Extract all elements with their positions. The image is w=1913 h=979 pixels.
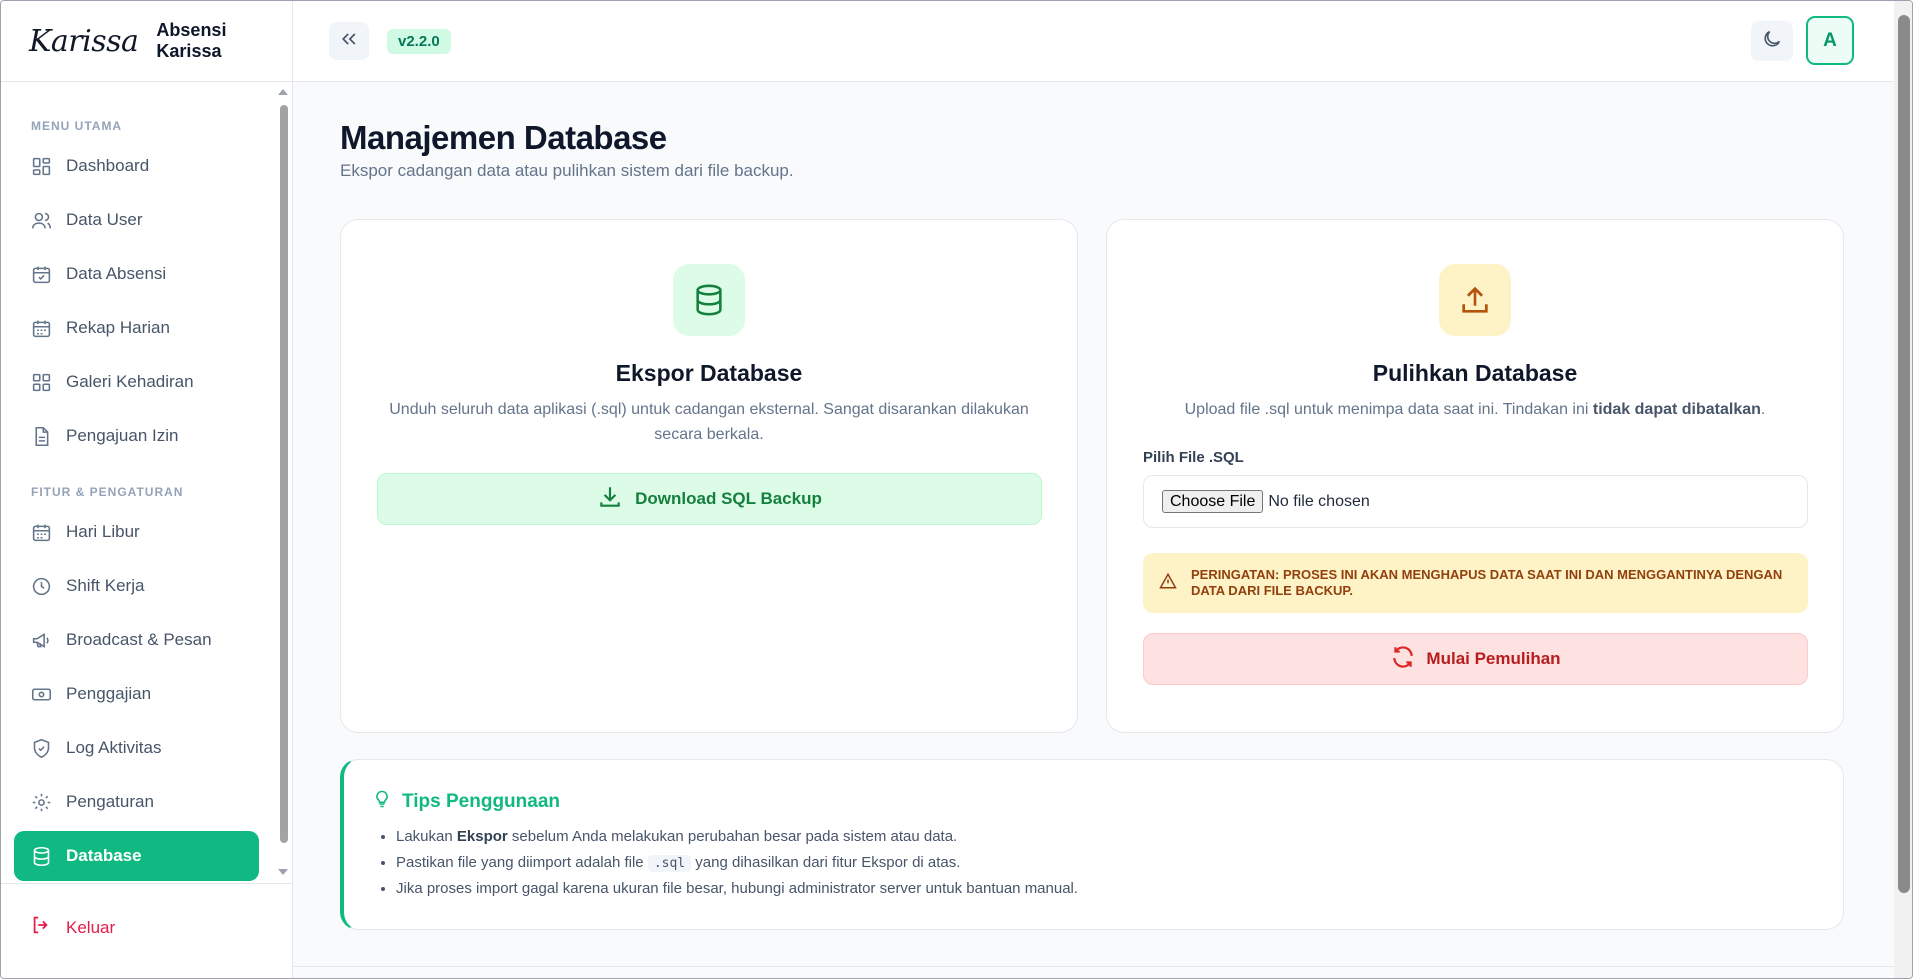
dashboard-icon — [30, 155, 52, 177]
banknote-icon — [30, 683, 52, 705]
footer-divider — [293, 966, 1894, 967]
sidebar-item-shift-kerja[interactable]: Shift Kerja — [14, 561, 259, 611]
tip-item: Jika proses import gagal karena ukuran f… — [396, 876, 1078, 902]
export-description: Unduh seluruh data aplikasi (.sql) untuk… — [389, 401, 1029, 443]
sidebar-item-label: Penggajian — [66, 684, 152, 703]
sidebar-item-label: Log Aktivitas — [66, 738, 162, 757]
restore-button-label: Mulai Pemulihan — [1426, 649, 1561, 668]
sidebar-item-label: Rekap Harian — [66, 318, 170, 337]
logout-button[interactable]: Keluar — [30, 914, 115, 941]
megaphone-icon — [30, 629, 52, 651]
start-restore-button[interactable]: Mulai Pemulihan — [1143, 633, 1808, 685]
sidebar-item-label: Pengajuan Izin — [66, 426, 179, 445]
sidebar-menu: MENU UTAMA Dashboard Data User Data Abse… — [1, 83, 273, 883]
sidebar-item-label: Dashboard — [66, 156, 150, 175]
sidebar-item-penggajian[interactable]: Penggajian — [14, 669, 259, 719]
sidebar-scrollbar[interactable] — [280, 105, 288, 843]
file-field-label: Pilih File .SQL — [1143, 449, 1244, 466]
sidebar-item-pengaturan[interactable]: Pengaturan — [14, 777, 259, 827]
logout-icon — [30, 914, 66, 941]
users-icon — [30, 209, 52, 231]
warning-icon — [1159, 572, 1191, 594]
choose-file-button[interactable]: Choose File — [1162, 490, 1264, 513]
sidebar-item-data-user[interactable]: Data User — [14, 195, 259, 245]
sidebar: Karissa Absensi Karissa MENU UTAMA Dashb… — [1, 1, 293, 978]
lightbulb-icon — [372, 788, 402, 816]
brand-name: Absensi Karissa — [156, 20, 227, 61]
tips-header: Tips Penggunaan — [372, 788, 560, 816]
sql-file-input[interactable]: Choose File No file chosen — [1143, 475, 1808, 528]
sidebar-item-label: Data User — [66, 210, 143, 229]
export-title: Ekspor Database — [615, 360, 803, 386]
download-icon — [597, 484, 635, 515]
sidebar-item-rekap-harian[interactable]: Rekap Harian — [14, 303, 259, 353]
download-sql-backup-button[interactable]: Download SQL Backup — [377, 473, 1042, 525]
sidebar-item-database[interactable]: Database — [14, 831, 259, 881]
refresh-icon — [1390, 644, 1426, 675]
logout-label: Keluar — [66, 917, 116, 937]
tips-list: Lakukan Ekspor sebelum Anda melakukan pe… — [396, 824, 1078, 902]
sidebar-scroll-down[interactable] — [278, 869, 288, 875]
section-label-features: FITUR & PENGATURAN — [31, 485, 184, 499]
logout-area: Keluar — [1, 883, 293, 978]
top-bar: v2.2.0 A — [293, 1, 1912, 82]
export-card: Ekspor Database Unduh seluruh data aplik… — [340, 219, 1078, 733]
code-chip: .sql — [647, 855, 692, 872]
sidebar-item-label: Shift Kerja — [66, 576, 145, 595]
page-scrollbar-thumb[interactable] — [1898, 15, 1910, 893]
page-title: Manajemen Database — [340, 119, 667, 156]
sidebar-item-data-absensi[interactable]: Data Absensi — [14, 249, 259, 299]
clock-icon — [30, 575, 52, 597]
tips-title: Tips Penggunaan — [402, 791, 561, 812]
page-subtitle: Ekspor cadangan data atau pulihkan siste… — [340, 161, 794, 180]
sidebar-item-pengajuan-izin[interactable]: Pengajuan Izin — [14, 411, 259, 461]
restore-card: Pulihkan Database Upload file .sql untuk… — [1106, 219, 1844, 733]
moon-icon — [1761, 28, 1783, 55]
calendar-icon — [30, 521, 52, 543]
sidebar-item-label: Hari Libur — [66, 522, 140, 541]
warning-alert: PERINGATAN: PROSES INI AKAN MENGHAPUS DA… — [1143, 553, 1808, 613]
app-window: Karissa Absensi Karissa MENU UTAMA Dashb… — [0, 0, 1913, 979]
sidebar-item-label: Pengaturan — [66, 792, 154, 811]
sidebar-item-label: Database — [66, 846, 142, 865]
gallery-icon — [30, 371, 52, 393]
brand-logo[interactable]: Karissa — [29, 24, 139, 59]
theme-toggle-button[interactable] — [1751, 21, 1793, 61]
download-button-label: Download SQL Backup — [635, 489, 822, 508]
chevrons-left-icon — [339, 29, 359, 54]
sidebar-item-label: Broadcast & Pesan — [66, 630, 212, 649]
sidebar-item-label: Galeri Kehadiran — [66, 372, 194, 391]
tip-item: Lakukan Ekspor sebelum Anda melakukan pe… — [396, 824, 1078, 850]
upload-icon — [1439, 264, 1511, 336]
database-icon — [30, 845, 52, 867]
restore-title: Pulihkan Database — [1372, 360, 1578, 386]
warning-text: PERINGATAN: PROSES INI AKAN MENGHAPUS DA… — [1191, 567, 1783, 598]
page-scrollbar[interactable] — [1894, 1, 1912, 978]
brand: Karissa Absensi Karissa — [1, 1, 292, 82]
version-badge: v2.2.0 — [387, 29, 451, 54]
restore-description: Upload file .sql untuk menimpa data saat… — [1184, 401, 1766, 418]
avatar[interactable]: A — [1806, 16, 1854, 65]
shield-icon — [30, 737, 52, 759]
database-icon — [673, 264, 745, 336]
tips-card: Tips Penggunaan Lakukan Ekspor sebelum A… — [340, 759, 1844, 930]
section-label-main: MENU UTAMA — [31, 119, 123, 133]
sidebar-item-dashboard[interactable]: Dashboard — [14, 141, 259, 191]
tip-item: Pastikan file yang diimport adalah file … — [396, 850, 1078, 876]
sidebar-item-log-aktivitas[interactable]: Log Aktivitas — [14, 723, 259, 773]
no-file-text: No file chosen — [1268, 492, 1370, 510]
sidebar-item-hari-libur[interactable]: Hari Libur — [14, 507, 259, 557]
calendar-icon — [30, 317, 52, 339]
gear-icon — [30, 791, 52, 813]
sidebar-item-broadcast[interactable]: Broadcast & Pesan — [14, 615, 259, 665]
calendar-check-icon — [30, 263, 52, 285]
sidebar-item-galeri-kehadiran[interactable]: Galeri Kehadiran — [14, 357, 259, 407]
sidebar-item-label: Data Absensi — [66, 264, 167, 283]
document-icon — [30, 425, 52, 447]
main-content: Manajemen Database Ekspor cadangan data … — [293, 82, 1894, 978]
collapse-sidebar-button[interactable] — [329, 22, 369, 60]
sidebar-scroll-up[interactable] — [278, 89, 288, 95]
